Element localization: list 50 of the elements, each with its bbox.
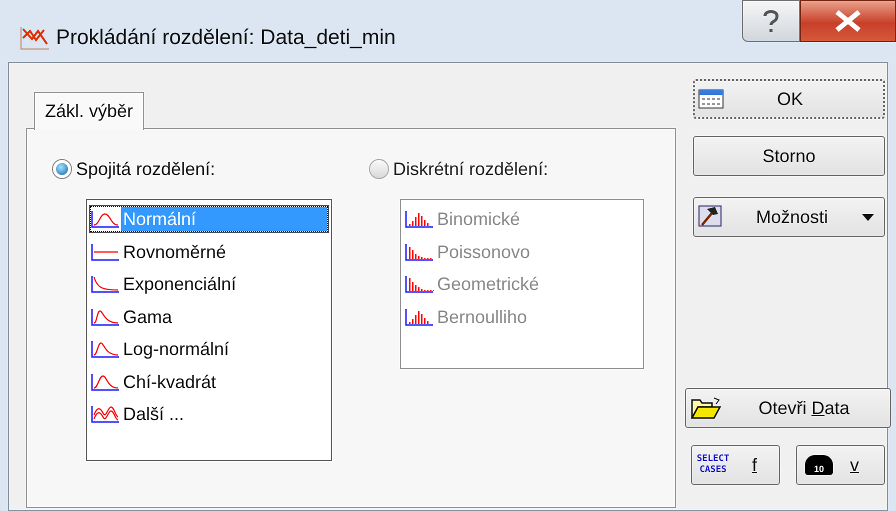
radio-label: Diskrétní rozdělení: xyxy=(393,158,548,180)
item-label: Log-normální xyxy=(122,338,230,362)
options-button[interactable]: Možnosti xyxy=(693,197,885,237)
app-icon xyxy=(20,26,50,50)
distribution-icon xyxy=(91,242,120,261)
distribution-list[interactable]: Normální Rovnoměrné Exponenciální Gama Log-normální Chí-kvadrát Další ... xyxy=(86,199,332,461)
close-icon xyxy=(834,10,862,32)
table-icon xyxy=(698,89,724,109)
item-label: Další ... xyxy=(122,403,186,426)
ok-button[interactable]: OK xyxy=(693,79,885,119)
hammer-icon xyxy=(698,205,722,229)
window-title: Prokládání rozdělení: Data_deti_min xyxy=(56,25,396,51)
radio-label: Spojitá rozdělení: xyxy=(76,158,216,181)
item-label: Bernoulliho xyxy=(436,306,528,329)
item-label: Poissonovo xyxy=(436,240,532,264)
select-cases-icon: SELECT CASES xyxy=(694,454,732,476)
item-label: Normální xyxy=(121,207,327,232)
distribution-icon xyxy=(91,210,120,228)
distribution-icon xyxy=(405,275,434,294)
list-item[interactable]: Exponenciální xyxy=(90,271,328,298)
weight-icon: 10 xyxy=(805,455,833,475)
list-item[interactable]: Gama xyxy=(90,304,328,330)
distribution-icon xyxy=(91,308,120,326)
list-item[interactable]: Chí-kvadrát xyxy=(90,368,328,395)
item-label: Gama xyxy=(122,306,174,329)
distribution-icon xyxy=(91,275,120,294)
distribution-icon xyxy=(91,405,120,424)
item-label: Geometrické xyxy=(436,273,540,296)
close-button[interactable] xyxy=(800,0,896,42)
item-label: Exponenciální xyxy=(122,273,238,296)
folder-icon xyxy=(690,396,722,420)
list-item[interactable]: Rovnoměrné xyxy=(90,238,328,265)
weight-button[interactable]: 10 v xyxy=(796,445,885,485)
select-cases-button[interactable]: SELECT CASES f xyxy=(691,445,780,485)
distribution-icon xyxy=(405,242,434,261)
distribution-icon xyxy=(405,308,434,326)
radio-button[interactable] xyxy=(52,159,72,179)
item-label: Chí-kvadrát xyxy=(122,370,218,394)
open-data-button[interactable]: Otevři Data xyxy=(685,388,891,428)
dropdown-arrow-icon xyxy=(862,214,874,220)
item-label: Rovnoměrné xyxy=(122,240,228,264)
tab[interactable]: Zákl. výběr xyxy=(34,92,144,130)
distribution-icon xyxy=(405,210,434,228)
cancel-button[interactable]: Storno xyxy=(693,136,885,176)
distribution-icon xyxy=(91,372,120,391)
item-label: Binomické xyxy=(436,208,522,232)
list-item[interactable]: Další ... xyxy=(90,401,328,428)
distribution-icon xyxy=(91,340,120,358)
list-item[interactable]: Log-normální xyxy=(90,336,328,362)
help-button[interactable] xyxy=(742,0,800,42)
